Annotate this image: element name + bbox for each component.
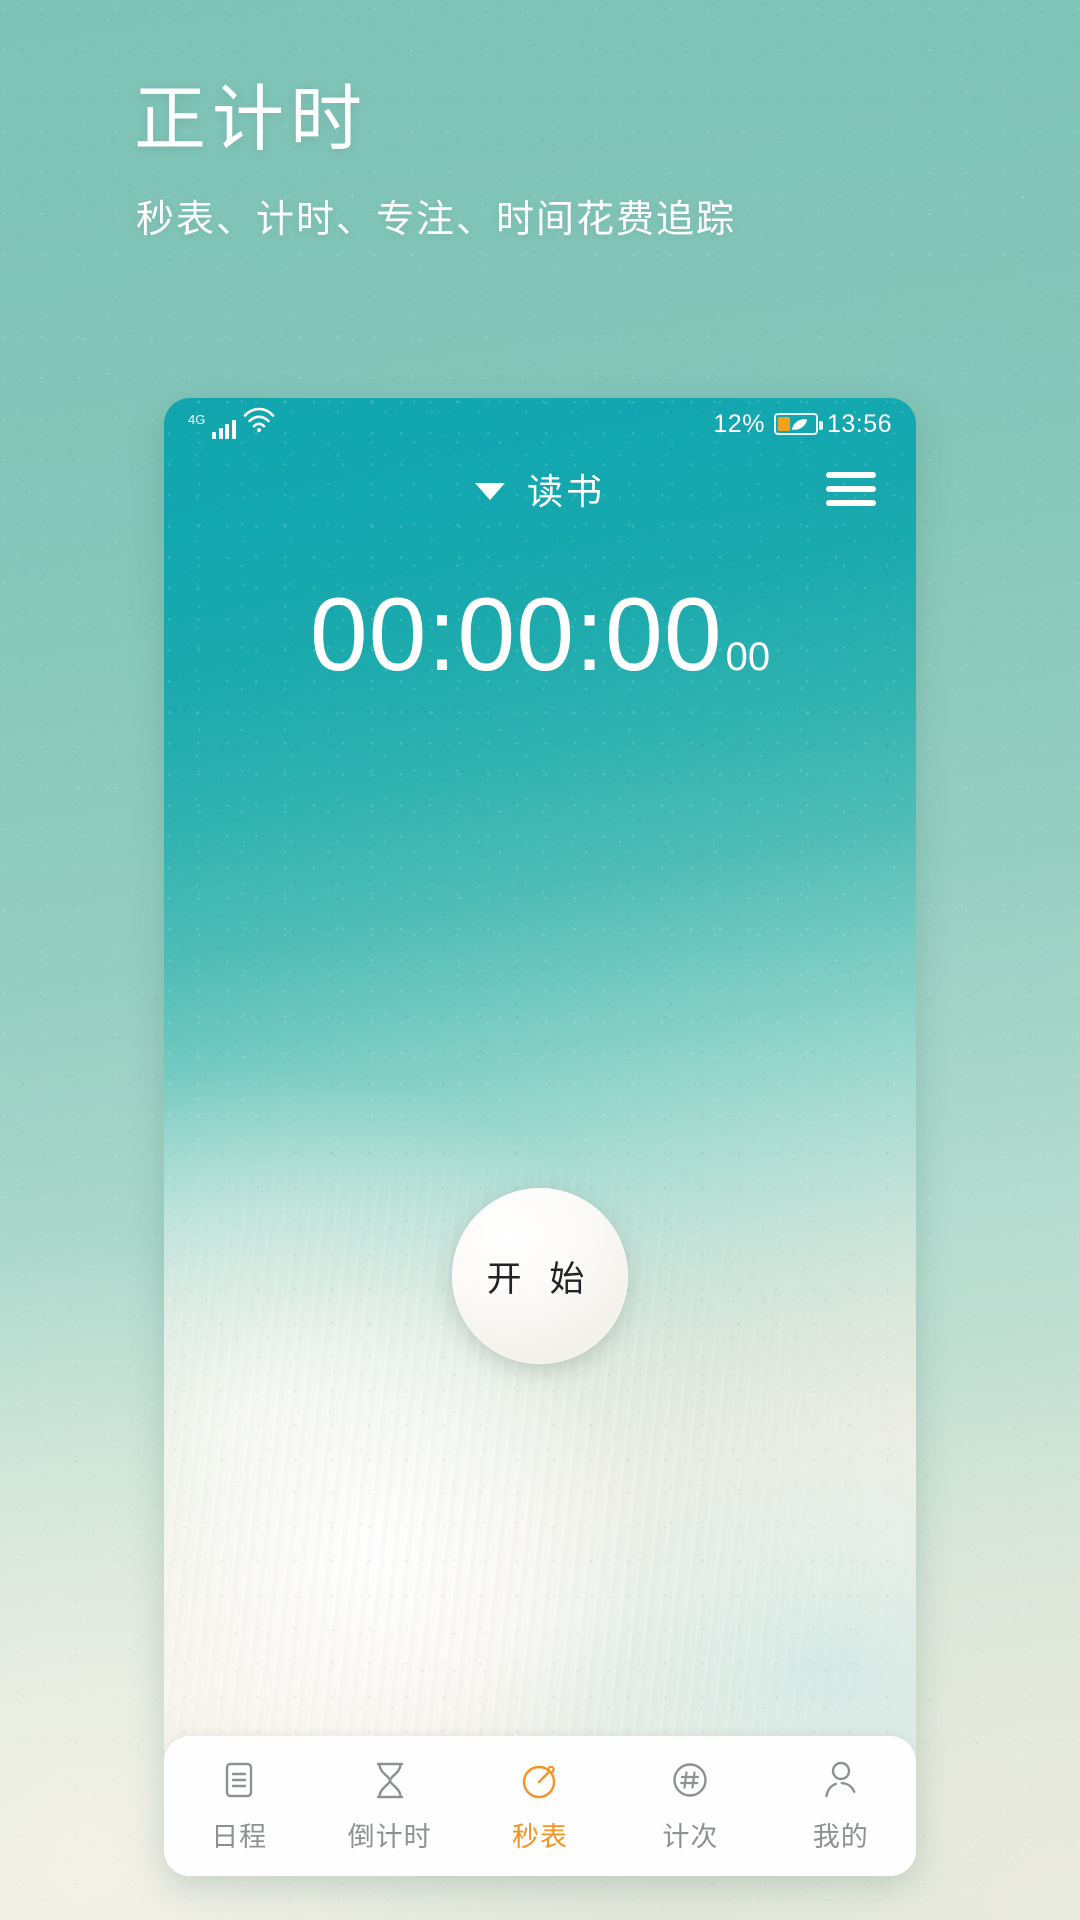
start-button[interactable]: 开 始 (452, 1188, 628, 1364)
person-icon (819, 1759, 863, 1803)
nav-label: 秒表 (511, 1821, 568, 1852)
page-subtitle: 秒表、计时、专注、时间花费追踪 (136, 199, 737, 241)
nav-label: 倒计时 (347, 1821, 432, 1852)
nav-item-stopwatch[interactable]: 秒表 (465, 1736, 615, 1876)
schedule-document-icon (217, 1759, 261, 1803)
hamburger-menu-icon[interactable] (824, 468, 878, 510)
stopwatch-time: 00:00:00 (309, 577, 723, 693)
status-bar: 4G 12% 13:56 (164, 398, 916, 450)
nav-label: 日程 (211, 1821, 268, 1852)
phone-mockup: 4G 12% 13:56 读书 00:00:00 00 开 始 日程 倒计时 秒… (164, 398, 916, 1876)
caret-down-icon (474, 482, 505, 500)
stopwatch-icon (518, 1759, 562, 1803)
network-type-label: 4G (188, 412, 206, 427)
stopwatch-centiseconds: 00 (725, 635, 771, 679)
battery-eco-icon (773, 413, 823, 435)
status-bar-left: 4G (188, 407, 275, 439)
battery-percent-label: 12% (713, 409, 765, 438)
stopwatch-display: 00:00:00 00 (164, 583, 916, 687)
signal-bars-icon (212, 419, 236, 439)
nav-item-countdown[interactable]: 倒计时 (314, 1736, 464, 1876)
wifi-icon (243, 407, 275, 438)
task-name-label: 读书 (526, 471, 605, 512)
app-header: 读书 (164, 450, 916, 528)
bottom-navigation-bar: 日程 倒计时 秒表 计次 我的 (164, 1736, 916, 1876)
page-title: 正计时 (134, 80, 369, 160)
status-bar-clock: 13:56 (826, 409, 892, 438)
nav-label: 计次 (662, 1821, 719, 1852)
task-selector[interactable]: 读书 (474, 463, 605, 515)
hash-circle-icon (668, 1759, 712, 1803)
nav-label: 我的 (812, 1821, 869, 1852)
status-bar-right: 12% 13:56 (713, 410, 892, 439)
nav-item-count[interactable]: 计次 (615, 1736, 765, 1876)
start-button-label: 开 始 (486, 1259, 594, 1299)
nav-item-schedule[interactable]: 日程 (164, 1736, 314, 1876)
nav-item-profile[interactable]: 我的 (766, 1736, 916, 1876)
hourglass-icon (368, 1759, 412, 1803)
